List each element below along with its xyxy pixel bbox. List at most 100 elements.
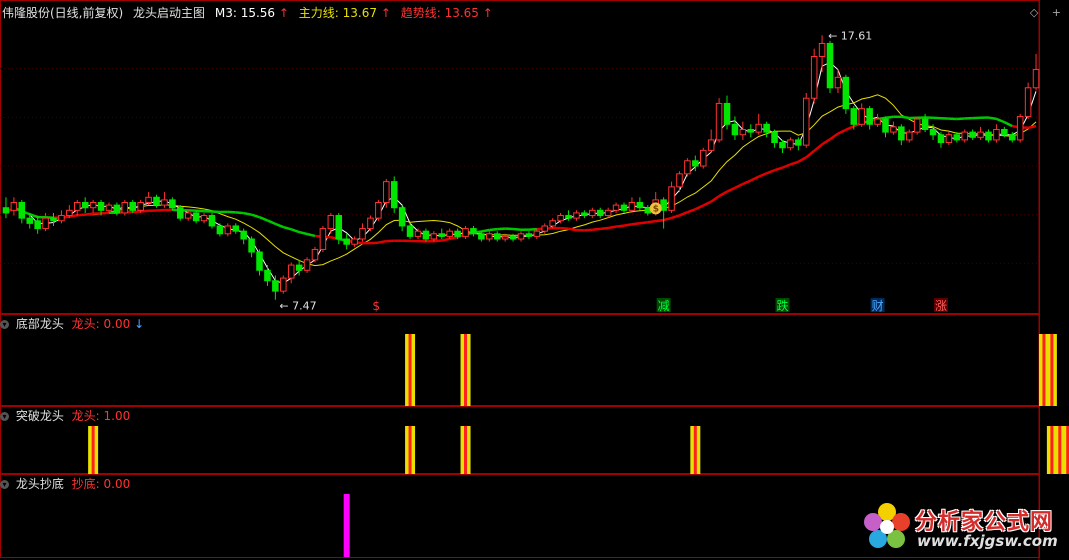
candle-body bbox=[882, 118, 889, 133]
candle-body bbox=[66, 209, 73, 217]
candle-body bbox=[628, 202, 636, 211]
series-value: 抄底: 0.00 bbox=[71, 477, 131, 491]
trend-line-segment bbox=[85, 212, 94, 216]
candle-body bbox=[145, 196, 152, 204]
candle-body bbox=[137, 202, 144, 211]
trend-line-segment bbox=[885, 115, 894, 120]
candle-body bbox=[81, 202, 89, 209]
panel-name[interactable]: 突破龙头 bbox=[16, 409, 64, 423]
chevron-down-icon[interactable]: ▾ bbox=[0, 320, 9, 329]
trend-line-segment bbox=[449, 235, 458, 241]
candle-body bbox=[953, 134, 961, 141]
trend-line-segment bbox=[607, 225, 617, 230]
candle-body bbox=[620, 204, 628, 211]
panel-breakout-dragon-title: ▾ 突破龙头 龙头: 1.00 bbox=[0, 408, 130, 424]
candle-body bbox=[319, 228, 327, 250]
bottom-dragon-bar-core bbox=[464, 334, 468, 406]
trend-line-segment bbox=[678, 211, 688, 217]
trend-up-arrow: ↑ bbox=[482, 6, 493, 20]
candle-body bbox=[414, 230, 422, 237]
trend-line-segment bbox=[774, 166, 783, 172]
candle-body bbox=[676, 173, 683, 188]
trend-line-segment bbox=[742, 179, 752, 186]
series-value: 龙头: 1.00 bbox=[71, 409, 131, 423]
candle-body bbox=[50, 217, 57, 222]
trend-line-segment bbox=[766, 169, 776, 175]
candle-body bbox=[295, 264, 303, 271]
candle-body bbox=[1024, 87, 1032, 117]
trend-line-segment bbox=[623, 222, 633, 227]
candle-body bbox=[383, 181, 390, 203]
candle-body bbox=[842, 76, 850, 110]
candle-body bbox=[359, 228, 366, 240]
diamond-icon[interactable]: ◇ bbox=[1030, 6, 1038, 19]
m3-line bbox=[5, 62, 1037, 284]
chevron-down-icon[interactable]: ▾ bbox=[0, 480, 9, 489]
signal-label-jian: 减 bbox=[658, 299, 670, 313]
trend-line-segment bbox=[568, 227, 577, 232]
candle-body bbox=[961, 131, 968, 141]
candle-body bbox=[486, 233, 493, 240]
candle-body bbox=[446, 230, 453, 237]
indicator-name[interactable]: 龙头启动主图 bbox=[133, 6, 205, 20]
candle-body bbox=[747, 129, 755, 133]
candle-body bbox=[58, 215, 65, 222]
trend-line-segment bbox=[647, 219, 656, 224]
candle-body bbox=[573, 212, 580, 219]
candle-body bbox=[10, 202, 18, 211]
panel-name[interactable]: 龙头抄底 bbox=[16, 477, 64, 491]
trend-line-segment bbox=[441, 237, 450, 242]
trend-line-segment bbox=[639, 221, 648, 225]
candle-body bbox=[533, 230, 541, 237]
trend-line-segment bbox=[655, 218, 664, 223]
bottom-dragon-bar-core bbox=[1050, 334, 1054, 406]
m3-up-arrow: ↑ bbox=[278, 6, 289, 20]
trend-line-segment bbox=[718, 190, 728, 198]
candle-body bbox=[438, 233, 446, 237]
candle-body bbox=[224, 225, 232, 235]
main-up-arrow: ↑ bbox=[380, 6, 391, 20]
stock-name[interactable]: 伟隆股份(日线,前复权) bbox=[2, 6, 123, 20]
trend-line-segment bbox=[290, 228, 300, 234]
candle-body bbox=[763, 123, 770, 133]
panel-name[interactable]: 底部龙头 bbox=[16, 317, 64, 331]
candle-body bbox=[113, 204, 121, 214]
plus-icon[interactable]: + bbox=[1052, 6, 1061, 19]
logo-url: www.fxjgsw.com bbox=[917, 532, 1058, 550]
trend-line-segment bbox=[789, 160, 799, 166]
candle-body bbox=[668, 186, 675, 211]
candle-body bbox=[287, 264, 295, 279]
breakout-dragon-bar-core bbox=[1058, 426, 1062, 474]
trend-line-segment bbox=[433, 239, 442, 243]
trend-line-segment bbox=[845, 125, 855, 131]
candle-body bbox=[303, 259, 311, 271]
panel-border bbox=[0, 406, 1040, 474]
trend-line-segment bbox=[497, 227, 506, 231]
trend-line-segment bbox=[196, 209, 205, 213]
candle-body bbox=[493, 233, 501, 240]
trend-line-segment bbox=[758, 172, 768, 178]
main-chart[interactable]: ← 17.61 ← 7.47 $ $ 减 跌 财 涨 bbox=[0, 0, 1069, 560]
trend-line-segment bbox=[298, 230, 308, 236]
candle-body bbox=[905, 131, 913, 141]
trend-line-segment bbox=[615, 224, 625, 228]
candle-body bbox=[913, 118, 921, 133]
candle-body bbox=[177, 207, 184, 219]
trend-line-segment bbox=[306, 232, 316, 238]
candle-body bbox=[367, 217, 374, 230]
chevron-down-icon[interactable]: ▾ bbox=[0, 412, 9, 421]
candle-body bbox=[581, 212, 588, 217]
candle-body bbox=[755, 123, 762, 133]
bottom-dragon-bar-core bbox=[1042, 334, 1046, 406]
candle-body bbox=[945, 134, 953, 144]
trend-line-segment bbox=[686, 208, 696, 214]
trend-line-segment bbox=[782, 163, 791, 169]
breakout-dragon-bar-core bbox=[91, 426, 95, 474]
flower-icon bbox=[864, 503, 910, 548]
candle-body bbox=[422, 230, 430, 240]
candle-body bbox=[787, 139, 794, 149]
bottom-dragon-bar-core bbox=[408, 334, 412, 406]
trend-line-segment bbox=[140, 209, 149, 213]
candle-body bbox=[715, 102, 723, 141]
trend-line-segment bbox=[1003, 120, 1013, 128]
